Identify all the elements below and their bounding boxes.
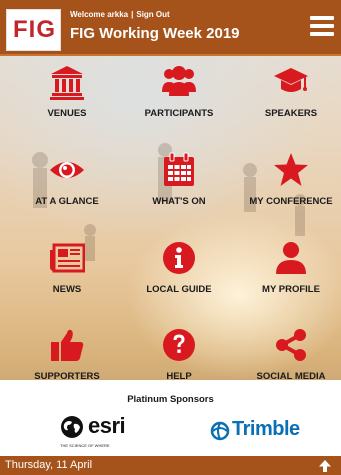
tile-label: NEWS — [52, 284, 82, 295]
users-icon — [162, 66, 196, 96]
sign-out-link[interactable]: Sign Out — [136, 10, 169, 19]
sponsors-panel: Platinum Sponsors esri THE SCIENCE OF WH… — [0, 380, 341, 456]
eye-icon — [50, 162, 84, 178]
hamburger-icon-bar — [310, 32, 334, 36]
footer-date: Thursday, 11 April — [5, 459, 93, 471]
info-icon — [163, 242, 195, 274]
hamburger-icon — [310, 16, 334, 20]
logo-text: FIG — [13, 16, 56, 43]
fig-logo: FIG — [6, 9, 61, 51]
hamburger-menu-button[interactable] — [310, 16, 334, 36]
esri-logo[interactable]: esri THE SCIENCE OF WHERE — [60, 413, 150, 453]
tile-speakers[interactable]: SPEAKERS — [236, 64, 341, 134]
tile-local-guide[interactable]: LOCAL GUIDE — [124, 240, 234, 310]
tile-my-conference[interactable]: MY CONFERENCE — [236, 152, 341, 222]
esri-wordmark: esri — [88, 413, 126, 438]
tile-news[interactable]: NEWS — [12, 240, 122, 310]
globe-icon — [61, 416, 83, 438]
tile-my-profile[interactable]: MY PROFILE — [236, 240, 341, 310]
share-icon — [276, 329, 306, 361]
newspaper-icon — [50, 243, 85, 273]
calendar-icon — [164, 152, 194, 186]
star-icon — [274, 153, 308, 186]
user-icon — [276, 242, 306, 274]
tile-whats-on[interactable]: WHAT'S ON — [124, 152, 234, 222]
app-header: FIG Welcome arkka | Sign Out FIG Working W… — [0, 0, 341, 54]
tile-label: AT A GLANCE — [35, 196, 99, 207]
trimble-logo[interactable]: Trimble — [210, 418, 320, 448]
tile-label: SPEAKERS — [264, 108, 318, 119]
sponsors-title: Platinum Sponsors — [127, 394, 214, 405]
hamburger-icon-bar — [310, 24, 334, 28]
scroll-up-icon[interactable] — [318, 459, 332, 473]
question-icon — [163, 329, 195, 361]
tile-label: PARTICIPANTS — [144, 108, 214, 119]
welcome-separator: | — [131, 10, 134, 19]
app-screen: FIG Welcome arkka | Sign Out FIG Working W… — [0, 0, 341, 475]
app-footer: Thursday, 11 April — [0, 456, 341, 475]
welcome-text: Welcome arkka — [70, 10, 129, 19]
esri-tagline: THE SCIENCE OF WHERE — [60, 443, 110, 448]
tile-venues[interactable]: VENUES — [12, 64, 122, 134]
tile-participants[interactable]: PARTICIPANTS — [124, 64, 234, 134]
tile-at-a-glance[interactable]: AT A GLANCE — [12, 152, 122, 222]
tile-label: MY CONFERENCE — [249, 196, 333, 207]
tile-label: MY PROFILE — [262, 284, 320, 295]
thumbs-up-icon — [51, 329, 84, 361]
tile-label: WHAT'S ON — [152, 196, 206, 207]
welcome-line: Welcome arkka | Sign Out — [70, 10, 170, 19]
graduation-cap-icon — [274, 68, 308, 92]
tile-label: VENUES — [47, 108, 87, 119]
app-title: FIG Working Week 2019 — [70, 25, 240, 42]
tile-label: LOCAL GUIDE — [146, 284, 212, 295]
header-divider — [0, 54, 341, 56]
trimble-globe-icon — [210, 421, 230, 441]
trimble-wordmark: Trimble — [232, 418, 300, 440]
building-icon — [50, 66, 84, 100]
